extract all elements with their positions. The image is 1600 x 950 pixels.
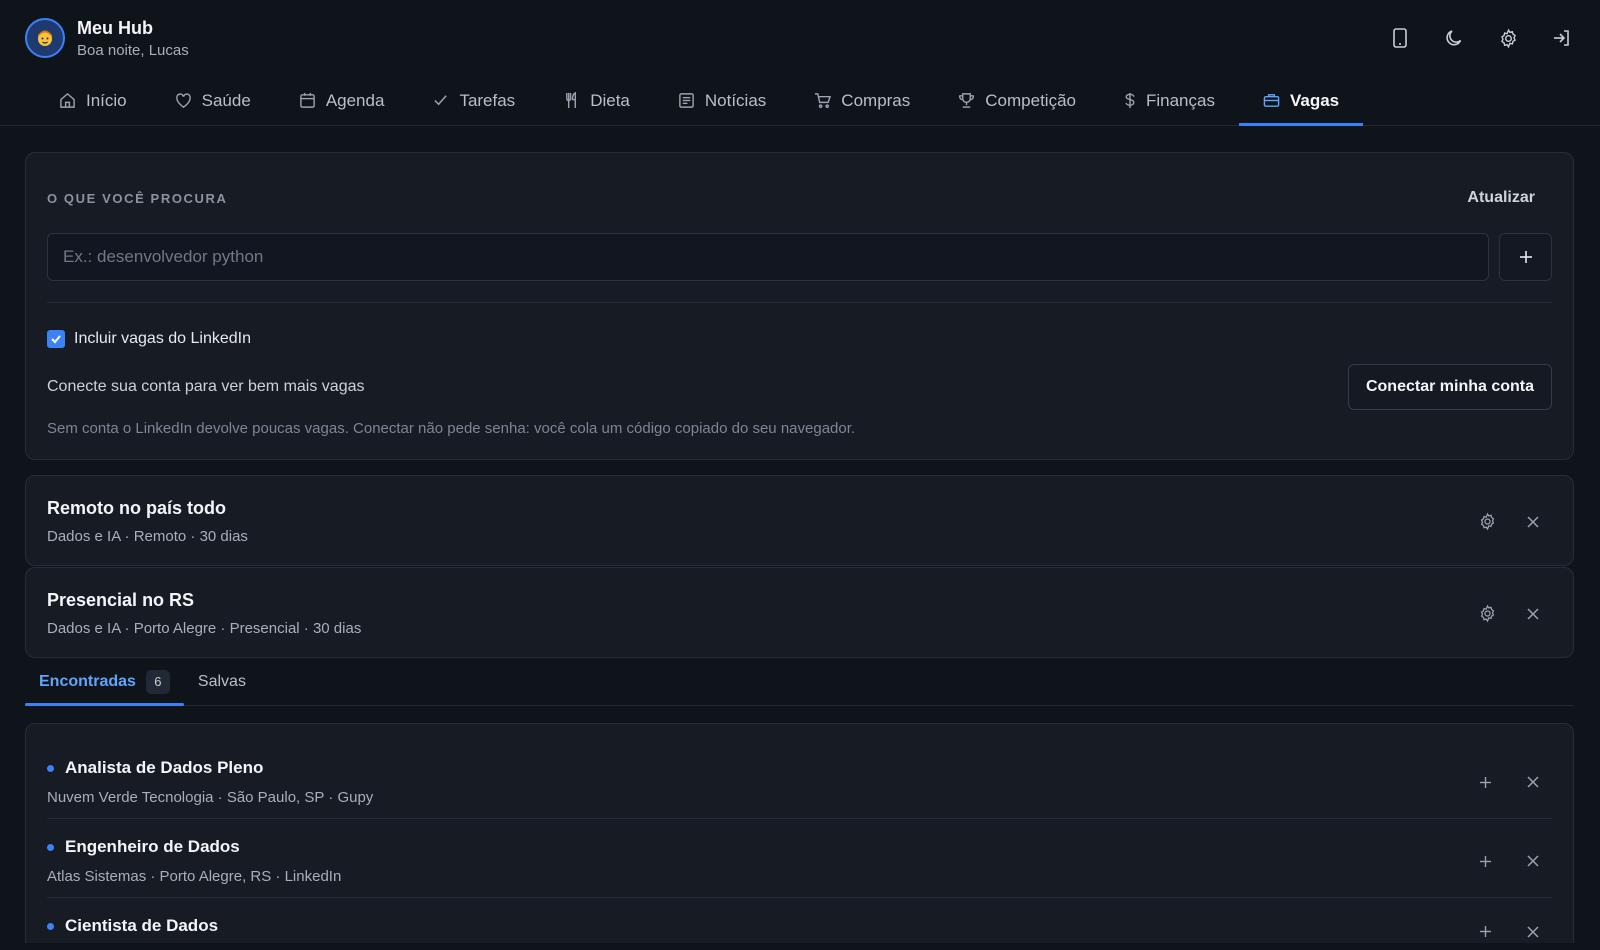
calendar-icon <box>299 92 316 109</box>
plus-icon[interactable] <box>1475 772 1495 792</box>
app-title: Meu Hub <box>77 17 153 38</box>
nav-item-tarefas[interactable]: Tarefas <box>408 76 539 125</box>
connect-account-button[interactable]: Conectar minha conta <box>1347 364 1552 410</box>
job-item[interactable]: Engenheiro de Dados Atlas Sistemas · Por… <box>47 819 1552 898</box>
section-label: O QUE VOCÊ PROCURA <box>47 190 228 206</box>
main-content: O QUE VOCÊ PROCURA Atualizar Incluir vag… <box>0 126 1600 943</box>
search-profile[interactable]: Presencial no RS Dados e IA · Porto Aleg… <box>25 567 1574 658</box>
search-input[interactable] <box>47 233 1489 281</box>
nav-item-financas[interactable]: Finanças <box>1100 76 1239 125</box>
linkedin-hint: Sem conta o LinkedIn devolve poucas vaga… <box>47 420 856 437</box>
plus-icon[interactable] <box>1475 922 1495 942</box>
main-nav: Início Saúde Agenda Tarefas Dieta Notíci… <box>0 76 1600 126</box>
refresh-button[interactable]: Atualizar <box>1467 189 1535 207</box>
profile-title: Presencial no RS <box>47 590 195 610</box>
brand: Meu Hub Boa noite, Lucas <box>25 18 189 59</box>
nav-item-noticias[interactable]: Notícias <box>654 76 790 125</box>
profile-subtitle: Dados e IA · Porto Alegre · Presencial ·… <box>47 620 362 637</box>
results-tabs: Encontradas 6 Salvas <box>25 658 1574 706</box>
close-icon[interactable] <box>1523 922 1543 942</box>
close-icon[interactable] <box>1523 851 1543 871</box>
unread-dot <box>47 764 54 772</box>
gear-icon[interactable] <box>1496 26 1520 50</box>
utensils-icon <box>563 92 580 109</box>
home-icon <box>59 92 76 109</box>
nav-item-saude[interactable]: Saúde <box>151 76 275 125</box>
nav-item-competicao[interactable]: Competição <box>934 76 1100 125</box>
divider <box>47 302 1552 303</box>
checkmark-icon <box>50 333 62 345</box>
job-title: Engenheiro de Dados <box>65 837 240 856</box>
linkedin-checkbox-label[interactable]: Incluir vagas do LinkedIn <box>74 330 251 348</box>
heart-icon <box>175 92 192 109</box>
check-icon <box>432 92 449 109</box>
unread-dot <box>47 843 54 851</box>
plus-icon[interactable] <box>1475 851 1495 871</box>
job-title: Cientista de Dados <box>65 916 219 935</box>
greeting: Boa noite, Lucas <box>77 41 189 59</box>
tab-salvas[interactable]: Salvas <box>184 658 260 705</box>
profile-subtitle: Dados e IA · Remoto · 30 dias <box>47 528 248 545</box>
job-subtitle: Atlas Sistemas · Porto Alegre, RS · Link… <box>47 868 342 885</box>
user-face-icon <box>34 27 56 49</box>
moon-icon[interactable] <box>1442 26 1466 50</box>
top-bar: Meu Hub Boa noite, Lucas <box>0 0 1600 76</box>
logout-icon[interactable] <box>1550 26 1574 50</box>
connect-text: Conecte sua conta para ver bem mais vaga… <box>47 378 365 395</box>
close-icon[interactable] <box>1523 604 1543 624</box>
job-subtitle: Nuvem Verde Tecnologia · São Paulo, SP ·… <box>47 789 374 806</box>
unread-dot <box>47 922 54 930</box>
tab-encontradas[interactable]: Encontradas 6 <box>25 658 184 706</box>
plus-icon <box>1519 250 1533 264</box>
avatar[interactable] <box>25 18 65 58</box>
job-title: Analista de Dados Pleno <box>65 758 264 777</box>
count-badge: 6 <box>145 669 170 694</box>
job-results: Analista de Dados Pleno Nuvem Verde Tecn… <box>25 723 1574 943</box>
close-icon[interactable] <box>1523 512 1543 532</box>
nav-item-inicio[interactable]: Início <box>35 76 151 125</box>
job-item[interactable]: Analista de Dados Pleno Nuvem Verde Tecn… <box>47 740 1552 819</box>
search-card: O QUE VOCÊ PROCURA Atualizar Incluir vag… <box>25 152 1574 460</box>
top-actions <box>1388 26 1574 50</box>
dollar-icon <box>1124 92 1136 109</box>
nav-item-compras[interactable]: Compras <box>790 76 934 125</box>
job-item[interactable]: Cientista de Dados <box>47 898 1552 943</box>
trophy-icon <box>958 92 975 109</box>
close-icon[interactable] <box>1523 772 1543 792</box>
profile-title: Remoto no país todo <box>47 498 226 518</box>
add-search-button[interactable] <box>1499 233 1552 281</box>
linkedin-checkbox[interactable] <box>47 330 65 348</box>
phone-icon[interactable] <box>1388 26 1412 50</box>
nav-item-agenda[interactable]: Agenda <box>275 76 409 125</box>
nav-item-dieta[interactable]: Dieta <box>539 76 654 125</box>
briefcase-icon <box>1263 92 1280 109</box>
gear-icon[interactable] <box>1477 512 1497 532</box>
gear-icon[interactable] <box>1477 604 1497 624</box>
search-profile[interactable]: Remoto no país todo Dados e IA · Remoto … <box>25 475 1574 566</box>
newspaper-icon <box>678 92 695 109</box>
nav-item-vagas[interactable]: Vagas <box>1238 76 1364 126</box>
cart-icon <box>814 92 832 109</box>
